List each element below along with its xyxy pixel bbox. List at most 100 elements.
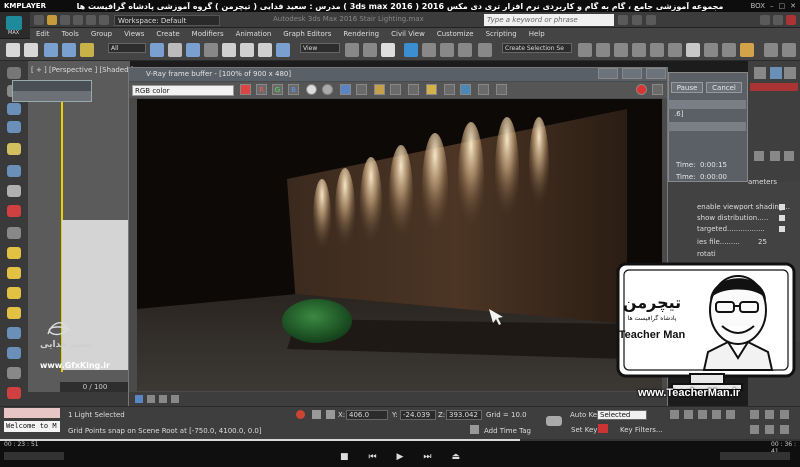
select-manipulate-icon[interactable] (363, 43, 377, 57)
edit-named-sets-icon[interactable] (478, 43, 492, 57)
previous-frame-icon[interactable] (684, 410, 693, 419)
bind-space-warp-icon[interactable] (80, 43, 94, 57)
strip-tool-icon[interactable] (7, 327, 21, 339)
menu-group[interactable]: Group (85, 30, 118, 38)
vfb-maximize-icon[interactable] (622, 68, 642, 79)
display-color-icon[interactable] (240, 84, 251, 95)
vray-toolbar-icon[interactable] (764, 43, 778, 57)
vfb-close-icon[interactable] (646, 68, 666, 79)
strip-tool-icon[interactable] (7, 227, 21, 239)
viewport-label[interactable]: [ + ] [Perspective ] [Shaded ] (31, 66, 134, 74)
vfb-status-icon[interactable] (171, 395, 179, 403)
strip-tool-icon[interactable] (7, 205, 21, 217)
channel-dropdown[interactable]: RGB color (132, 85, 234, 96)
vfb-status-icon[interactable] (135, 395, 143, 403)
mono-channel-icon[interactable] (322, 84, 333, 95)
select-link-icon[interactable] (44, 43, 58, 57)
previous-icon[interactable]: ⏮ (368, 452, 376, 462)
player-left-controls[interactable] (4, 452, 64, 460)
save-file-icon[interactable] (60, 15, 70, 25)
material-editor-icon[interactable] (686, 43, 700, 57)
strip-tool-icon[interactable] (7, 165, 21, 177)
search-input[interactable]: Type a keyword or phrase (484, 14, 614, 26)
render-production-icon[interactable] (740, 43, 754, 57)
open-file-icon[interactable] (47, 15, 57, 25)
percent-snap-icon[interactable] (440, 43, 454, 57)
orbit-icon[interactable] (780, 425, 789, 434)
unlink-icon[interactable] (62, 43, 76, 57)
vray-vfb-icon[interactable] (782, 43, 796, 57)
strip-tool-icon[interactable] (7, 287, 21, 299)
menu-help[interactable]: Help (523, 30, 551, 38)
strip-tool-icon[interactable] (7, 185, 21, 197)
selection-lock-icon[interactable] (312, 410, 321, 419)
angle-snap-icon[interactable] (422, 43, 436, 57)
window-maximize-icon[interactable] (773, 15, 783, 25)
strip-tool-icon[interactable] (7, 367, 21, 379)
close-icon[interactable]: ✕ (790, 2, 796, 10)
region-render-icon[interactable] (426, 84, 437, 95)
project-folder-icon[interactable] (99, 15, 109, 25)
player-box-label[interactable]: BOX (750, 2, 765, 10)
rotate-icon[interactable] (240, 43, 254, 57)
mirror-icon[interactable] (578, 43, 592, 57)
menu-modifiers[interactable]: Modifiers (186, 30, 230, 38)
menu-rendering[interactable]: Rendering (337, 30, 385, 38)
select-by-name-icon[interactable] (168, 43, 182, 57)
help-icon[interactable] (646, 15, 656, 25)
layer-explorer-icon[interactable] (614, 43, 628, 57)
go-to-start-icon[interactable] (670, 410, 679, 419)
keyboard-mode-icon[interactable] (598, 424, 608, 433)
menu-scripting[interactable]: Scripting (480, 30, 523, 38)
menu-animation[interactable]: Animation (230, 30, 278, 38)
field-of-view-icon[interactable] (750, 425, 759, 434)
minimize-icon[interactable]: – (770, 2, 774, 10)
zoom-extents-icon[interactable] (780, 410, 789, 419)
move-icon[interactable] (222, 43, 236, 57)
reference-coordinate-dropdown[interactable]: View (300, 43, 340, 53)
key-filters-button[interactable]: Key Filters... (620, 426, 663, 434)
vfb-status-icon[interactable] (147, 395, 155, 403)
menu-edit[interactable]: Edit (30, 30, 56, 38)
snaps-toggle-icon[interactable] (404, 43, 418, 57)
time-tag-icon[interactable] (470, 425, 479, 434)
load-image-icon[interactable] (356, 84, 367, 95)
window-close-icon[interactable] (786, 15, 796, 25)
key-icon[interactable] (546, 416, 562, 426)
play-animation-icon[interactable] (698, 410, 707, 419)
redo-icon[interactable] (86, 15, 96, 25)
schematic-view-icon[interactable] (668, 43, 682, 57)
placement-icon[interactable] (276, 43, 290, 57)
workspace-dropdown[interactable]: Workspace: Default (114, 15, 220, 26)
lens-effects-icon[interactable] (460, 84, 471, 95)
strip-tool-icon[interactable] (7, 247, 21, 259)
cursor-tracking-icon[interactable] (408, 84, 419, 95)
param-ies-value[interactable]: 25 (758, 238, 767, 246)
next-frame-icon[interactable] (712, 410, 721, 419)
history-icon[interactable] (444, 84, 455, 95)
transform-mode-icon[interactable] (326, 410, 335, 419)
checkbox-enable-viewport-shading[interactable] (779, 204, 785, 210)
key-set-dropdown[interactable]: Selected (597, 410, 647, 420)
floating-panel-titlebar[interactable] (13, 81, 91, 91)
strip-tool-icon[interactable] (7, 307, 21, 319)
strip-tool-icon[interactable] (7, 387, 21, 399)
scale-icon[interactable] (258, 43, 272, 57)
maxscript-output[interactable]: Welcome to M (4, 421, 60, 432)
open-folder-icon[interactable] (374, 84, 385, 95)
vfb-status-icon[interactable] (159, 395, 167, 403)
set-key-button[interactable]: Set Key (571, 426, 597, 434)
strip-tool-icon[interactable] (7, 267, 21, 279)
x-coordinate-field[interactable]: 406.0 (346, 410, 388, 420)
alpha-channel-icon[interactable] (306, 84, 317, 95)
maxscript-listener-mini[interactable] (4, 408, 60, 418)
go-to-end-icon[interactable] (726, 410, 735, 419)
volume-slider[interactable] (720, 452, 790, 460)
strip-tool-icon[interactable] (7, 143, 21, 155)
menu-create[interactable]: Create (150, 30, 185, 38)
undo-scene-icon[interactable] (6, 43, 20, 57)
selection-filter-dropdown[interactable]: All (108, 43, 146, 53)
window-minimize-icon[interactable] (760, 15, 770, 25)
rendered-frame-window-icon[interactable] (722, 43, 736, 57)
duplicate-icon[interactable] (390, 84, 401, 95)
